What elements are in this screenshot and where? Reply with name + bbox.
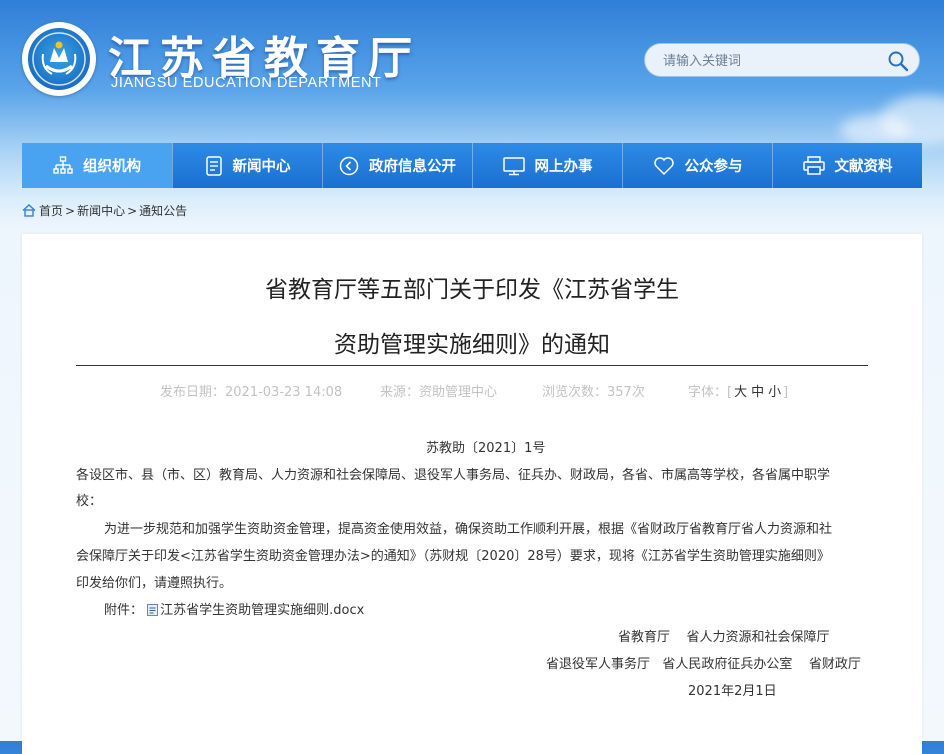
font-size-large[interactable]: 大 (734, 385, 747, 400)
nav-item-org[interactable]: 组织机构 (22, 143, 172, 188)
article-panel: 省教育厅等五部门关于印发《江苏省学生 资助管理实施细则》的通知 发布日期：202… (22, 234, 922, 754)
breadcrumb-notice[interactable]: 通知公告 (139, 202, 187, 219)
nav-label: 政府信息公开 (369, 159, 456, 175)
article-title-line1: 省教育厅等五部门关于印发《江苏省学生 (265, 277, 679, 303)
title-divider (76, 365, 868, 366)
font-size-bracket: ] (783, 385, 789, 400)
print-icon (802, 155, 825, 175)
breadcrumb-news[interactable]: 新闻中心 (77, 202, 125, 219)
breadcrumb-home[interactable]: 首页 (39, 202, 63, 219)
nav-label: 组织机构 (83, 159, 141, 175)
search-icon[interactable] (887, 50, 909, 72)
main-nav: 组织机构 新闻中心 政府信息公开 网上办事 公众参与 文献资料 (22, 143, 922, 188)
heart-icon (653, 156, 674, 175)
document-number: 苏教助〔2021〕1号 (426, 441, 546, 456)
font-size-switcher: 字体：[大中小] (688, 381, 788, 400)
article-source: 来源：资助管理中心 (380, 385, 498, 400)
nav-label: 新闻中心 (232, 159, 291, 175)
paragraph-line1: 为进一步规范和加强学生资助资金管理，提高资金使用效益，确保资助工作顺利开展，根据… (104, 522, 833, 537)
issue-date: 2021年2月1日 (688, 684, 777, 699)
attachment-label: 附件： (104, 603, 144, 618)
arrow-circle-icon (339, 156, 359, 175)
home-icon (22, 204, 36, 217)
publish-date: 发布日期：2021-03-23 14:08 (160, 385, 343, 400)
search-input[interactable] (661, 51, 875, 71)
article-title-line2: 资助管理实施细则》的通知 (334, 332, 610, 358)
nav-label: 文献资料 (834, 159, 893, 175)
breadcrumb: 首页 > 新闻中心 > 通知公告 (22, 202, 187, 219)
recipients-line1: 各设区市、县（市、区）教育局、人力资源和社会保障局、退役军人事务局、征兵办、财政… (76, 468, 831, 483)
document-icon (205, 155, 222, 176)
nav-item-documents[interactable]: 文献资料 (772, 143, 922, 188)
font-size-label: 字体：[ (688, 385, 733, 400)
nav-label: 公众参与 (684, 159, 743, 175)
font-size-small[interactable]: 小 (768, 385, 781, 400)
recipients-line2: 校： (76, 494, 103, 509)
site-logo[interactable] (22, 22, 96, 96)
nav-label: 网上办事 (534, 159, 593, 175)
search-box (644, 43, 920, 77)
attachment-row: 附件： 江苏省学生资助管理实施细则.docx (104, 598, 364, 624)
nav-item-online-service[interactable]: 网上办事 (472, 143, 622, 188)
word-file-icon (147, 604, 159, 616)
signature-line2: 省退役军人事务厅 省人民政府征兵办公室 省财政厅 (546, 657, 861, 672)
monitor-icon (502, 156, 525, 175)
signature-line1: 省教育厅 省人力资源和社会保障厅 (618, 630, 830, 645)
attachment-link[interactable]: 江苏省学生资助管理实施细则.docx (160, 603, 364, 618)
paragraph-line3: 印发给你们，请遵照执行。 (76, 576, 233, 591)
nav-item-public-participation[interactable]: 公众参与 (622, 143, 772, 188)
site-subtitle: JIANGSU EDUCATION DEPARTMENT (111, 75, 382, 91)
paragraph-line2: 会保障厅关于印发<江苏省学生资助资金管理办法>的通知》（苏财规〔2020〕28号… (76, 549, 830, 564)
view-count: 浏览次数：357次 (542, 385, 645, 400)
nav-item-gov-info[interactable]: 政府信息公开 (322, 143, 472, 188)
breadcrumb-separator: > (65, 203, 76, 218)
logo-emblem-icon (28, 28, 90, 90)
breadcrumb-separator: > (127, 203, 138, 218)
nav-item-news[interactable]: 新闻中心 (172, 143, 322, 188)
font-size-medium[interactable]: 中 (751, 385, 764, 400)
cloud-decoration (840, 115, 910, 145)
site-header: 江苏省教育厅 JIANGSU EDUCATION DEPARTMENT (0, 0, 944, 145)
org-chart-icon (53, 155, 73, 174)
